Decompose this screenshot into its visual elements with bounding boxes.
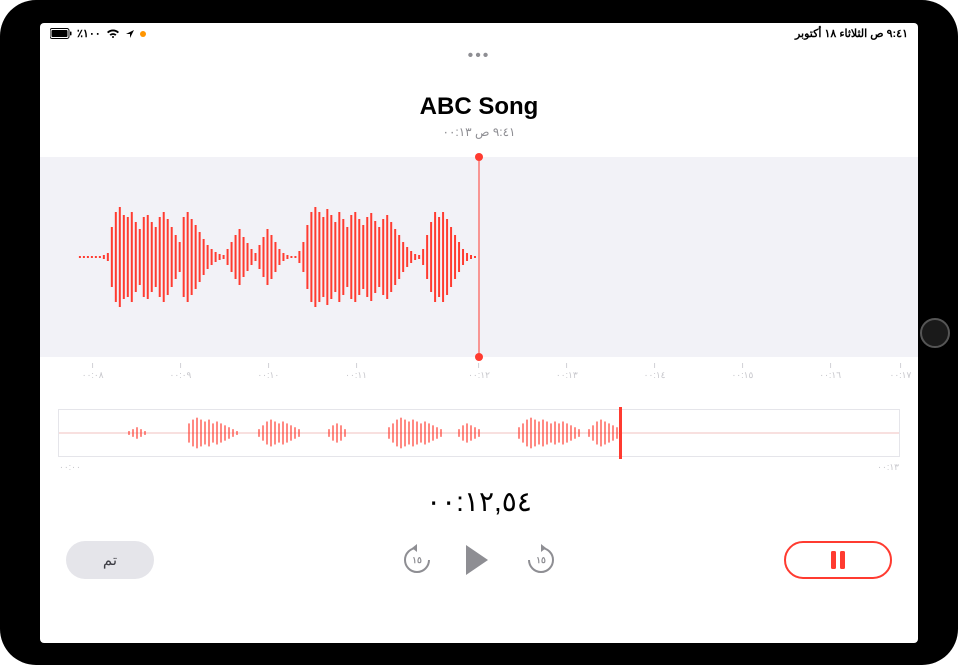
- playback-controls: تم ١٥ ١٥: [40, 532, 918, 588]
- current-time: ٠٠:١٢,٥٤: [40, 485, 918, 518]
- waveform-main[interactable]: [40, 157, 918, 357]
- home-button[interactable]: [920, 318, 950, 348]
- timeline-ruler: ٠٠:٠٨ ٠٠:٠٩ ٠٠:١٠ ٠٠:١١ ٠٠:١٢ ٠٠:١٣ ٠٠:١…: [40, 357, 918, 385]
- overview-playhead[interactable]: [619, 407, 622, 459]
- tick: ٠٠:١٣: [556, 363, 578, 381]
- done-button[interactable]: تم: [66, 541, 154, 579]
- skip-forward-15-button[interactable]: ١٥: [524, 543, 558, 577]
- tick: ٠٠:٠٩: [170, 363, 192, 381]
- tick: ٠٠:١٦: [819, 363, 841, 381]
- battery-percent: ٪١٠٠: [77, 27, 101, 40]
- overview-end-time: ٠٠:١٣: [877, 462, 899, 473]
- playhead-line[interactable]: [479, 157, 480, 357]
- ipad-frame: ٩:٤١ ص الثلاثاء ١٨ أكتوبر ٪١٠٠ ••• ABC S…: [0, 0, 958, 665]
- recording-title: ABC Song: [40, 93, 918, 121]
- tick: ٠٠:١٧: [890, 363, 912, 381]
- skip-back-label: ١٥: [400, 555, 434, 566]
- status-right: ٩:٤١ ص الثلاثاء ١٨ أكتوبر: [795, 27, 908, 40]
- tick: ٠٠:١١: [345, 363, 367, 381]
- wifi-icon: [106, 28, 120, 39]
- tick: ٠٠:١٤: [644, 363, 666, 381]
- playhead-handle-top[interactable]: [475, 153, 483, 161]
- location-icon: [125, 29, 135, 39]
- waveform-overview-svg: [59, 410, 899, 456]
- tick: ٠٠:١٥: [731, 363, 753, 381]
- tick: ٠٠:١٠: [257, 363, 279, 381]
- play-button[interactable]: [462, 543, 496, 577]
- screen: ٩:٤١ ص الثلاثاء ١٨ أكتوبر ٪١٠٠ ••• ABC S…: [40, 23, 918, 643]
- status-bar: ٩:٤١ ص الثلاثاء ١٨ أكتوبر ٪١٠٠: [40, 23, 918, 43]
- status-left: ٪١٠٠: [50, 27, 146, 40]
- battery-icon: [50, 28, 72, 39]
- overview-start-time: ٠٠:٠٠: [59, 462, 81, 473]
- recording-subtitle: ٩:٤١ ص ٠٠:١٣: [40, 125, 918, 139]
- waveform-overview[interactable]: ٠٠:٠٠ ٠٠:١٣: [58, 409, 900, 457]
- recording-header: ABC Song ٩:٤١ ص ٠٠:١٣: [40, 93, 918, 139]
- more-options-icon[interactable]: •••: [468, 47, 491, 65]
- recording-indicator-icon: [140, 31, 146, 37]
- pause-record-button[interactable]: [784, 541, 892, 579]
- status-clock-date: ٩:٤١ ص الثلاثاء ١٨ أكتوبر: [795, 27, 908, 40]
- tick: ٠٠:٠٨: [82, 363, 104, 381]
- pause-icon: [830, 551, 846, 569]
- tick: ٠٠:١٢: [468, 363, 490, 381]
- skip-back-15-button[interactable]: ١٥: [400, 543, 434, 577]
- skip-forward-label: ١٥: [524, 555, 558, 566]
